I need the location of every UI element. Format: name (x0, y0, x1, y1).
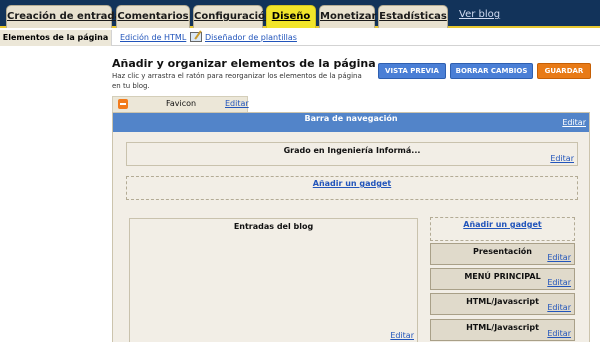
sidebar-widget-edit-link[interactable]: Editar (547, 329, 571, 338)
layout-editor: Barra de navegación Editar Grado en Inge… (112, 112, 590, 342)
view-blog-link[interactable]: Ver blog (459, 9, 500, 20)
subtab-page-elements[interactable]: Elementos de la página (0, 30, 112, 46)
header-widget[interactable]: Grado en Ingeniería Informá... Editar (126, 142, 578, 166)
header-edit-link[interactable]: Editar (550, 154, 574, 163)
blog-posts-edit-link[interactable]: Editar (390, 331, 414, 340)
sidebar-widget-menu-principal[interactable]: MENÚ PRINCIPAL Editar (430, 268, 575, 290)
blogger-icon (118, 99, 128, 109)
page-help-text: Haz clic y arrastra el ratón para reorga… (112, 72, 362, 90)
sidebar-widget-edit-link[interactable]: Editar (547, 303, 571, 312)
favicon-widget: Favicon Editar (112, 96, 249, 112)
clear-changes-button[interactable]: BORRAR CAMBIOS (450, 63, 533, 79)
sidebar-add-gadget-link[interactable]: Añadir un gadget (431, 220, 574, 229)
sidebar-widget-html-javascript[interactable]: HTML/Javascript Editar (430, 293, 575, 315)
sub-navigation: Elementos de la página Edición de HTML D… (0, 30, 600, 46)
tab-estadisticas[interactable]: Estadísticas (378, 5, 448, 28)
preview-button[interactable]: VISTA PREVIA (378, 63, 446, 79)
subtab-template-designer[interactable]: Diseñador de plantillas (190, 30, 297, 46)
tab-creacion-entradas[interactable]: Creación de entradas (6, 5, 127, 28)
tab-diseno[interactable]: Diseño (266, 5, 316, 28)
header-widget-title: Grado en Ingeniería Informá... (283, 146, 421, 155)
add-gadget-link[interactable]: Añadir un gadget (127, 179, 577, 188)
favicon-label: Favicon (166, 99, 197, 108)
page-title: Añadir y organizar elementos de la págin… (112, 57, 376, 70)
add-gadget-area[interactable]: Añadir un gadget (126, 176, 578, 200)
sidebar-add-gadget-area[interactable]: Añadir un gadget (430, 217, 575, 241)
blog-posts-widget[interactable]: Entradas del blog Editar (129, 218, 418, 342)
tab-configuracion[interactable]: Configuración (193, 5, 272, 28)
navbar-title: Barra de navegación (304, 114, 398, 123)
subtab-html-editing[interactable]: Edición de HTML (120, 30, 186, 46)
tab-comentarios[interactable]: Comentarios (116, 5, 190, 28)
pencil-icon (190, 31, 202, 42)
sidebar-widget-edit-link[interactable]: Editar (547, 253, 571, 262)
template-designer-label: Diseñador de plantillas (205, 33, 297, 42)
sidebar-widget-html-javascript[interactable]: HTML/Javascript Editar (430, 319, 575, 341)
navbar-edit-link[interactable]: Editar (562, 118, 586, 127)
navbar-widget[interactable]: Barra de navegación Editar (113, 113, 589, 132)
sidebar-widget-edit-link[interactable]: Editar (547, 278, 571, 287)
blog-posts-title: Entradas del blog (233, 222, 314, 231)
save-button[interactable]: GUARDAR (537, 63, 591, 79)
top-navigation: Creación de entradas Comentarios Configu… (0, 0, 600, 28)
favicon-edit-link[interactable]: Editar (225, 99, 249, 108)
sidebar-widget-presentacion[interactable]: Presentación Editar (430, 243, 575, 265)
tab-monetizar[interactable]: Monetizar (319, 5, 376, 28)
